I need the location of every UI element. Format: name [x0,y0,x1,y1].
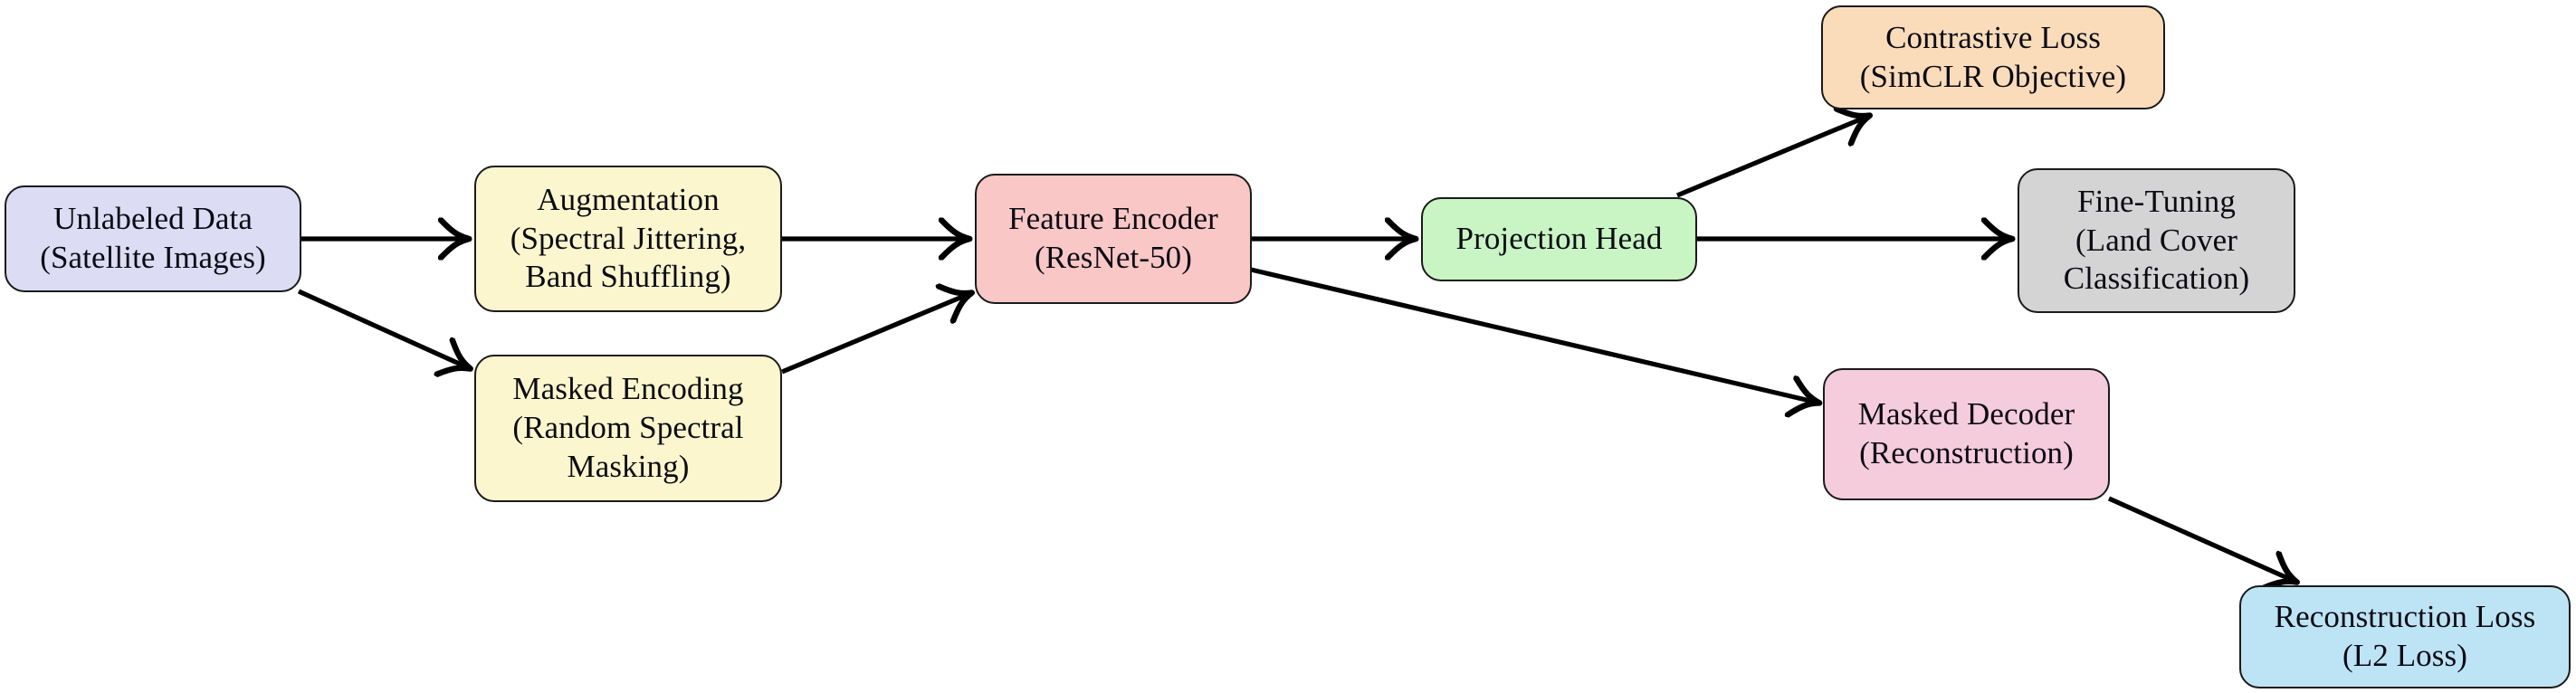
node-label-line: Reconstruction Loss [2274,599,2536,635]
node-label-line: (Reconstruction) [1859,435,2074,470]
node-label-line: (L2 Loss) [2342,638,2467,673]
node-unlabeled-data[interactable]: Unlabeled Data (Satellite Images) [5,185,301,292]
node-label-line: Masking) [567,448,690,484]
node-label-line: Masked Decoder [1857,396,2075,432]
node-label-line: Fine-Tuning [2077,183,2236,219]
edge-projection-head-to-contrastive-loss [1676,118,1865,198]
node-masked-encoding[interactable]: Masked Encoding (Random Spectral Masking) [474,355,782,502]
node-feature-encoder[interactable]: Feature Encoder (ResNet-50) [975,174,1252,304]
node-label-line: (Satellite Images) [40,240,266,275]
edge-masked-encoding-to-encoder [781,295,967,375]
node-masked-decoder[interactable]: Masked Decoder (Reconstruction) [1823,368,2110,500]
node-label-line: Feature Encoder [1008,201,1218,237]
node-projection-head[interactable]: Projection Head [1421,197,1697,281]
node-reconstruction-loss[interactable]: Reconstruction Loss (L2 Loss) [2239,585,2571,688]
node-label-line: Classification) [2063,261,2250,297]
edge-masked-decoder-to-reconstruction-loss [2107,496,2292,580]
node-label-line: Masked Encoding [512,371,744,407]
node-label-line: Band Shuffling) [525,259,731,295]
node-fine-tuning[interactable]: Fine-Tuning (Land Cover Classification) [2018,168,2295,313]
edge-encoder-to-masked-decoder [1250,267,1814,402]
node-label-line: Augmentation [537,181,720,217]
node-label-line: Contrastive Loss [1885,19,2101,55]
node-augmentation[interactable]: Augmentation (Spectral Jittering, Band Shu… [474,166,782,312]
node-label-line: (Land Cover [2075,222,2237,258]
edge-unlabeled-to-masked-encoding [297,289,465,366]
node-label-line: Projection Head [1455,221,1663,257]
edge-layer [297,0,2576,693]
node-label-line: (Random Spectral [512,410,744,446]
node-label-line: (SimCLR Objective) [1859,58,2127,94]
node-label-line: Unlabeled Data [52,201,253,237]
node-label-line: (ResNet-50) [1034,240,1193,275]
node-label-line: (Spectral Jittering, [510,220,747,256]
node-contrastive-loss[interactable]: Contrastive Loss (SimCLR Objective) [1821,5,2165,109]
diagram-canvas: Unlabeled Data (Satellite Images) Augmenta… [0,0,2576,693]
